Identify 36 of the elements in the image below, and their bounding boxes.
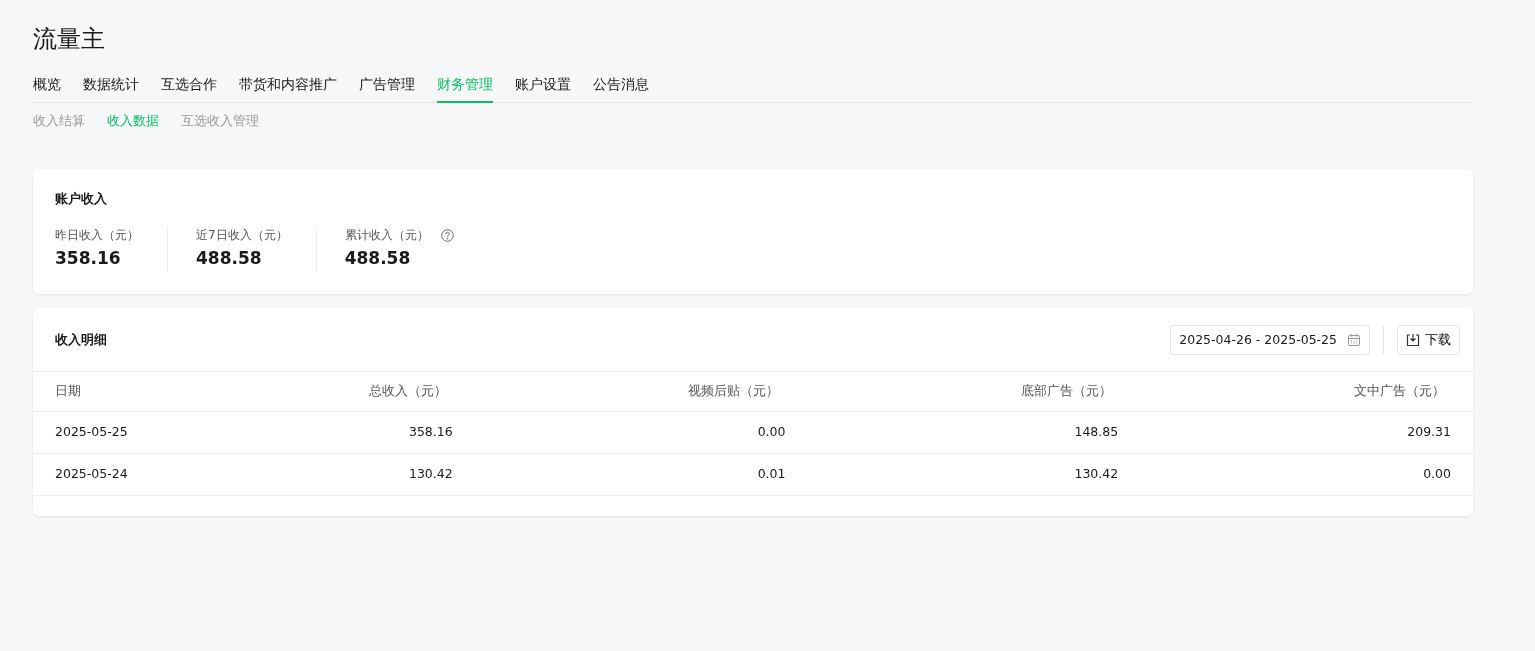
- column-header: 视频后贴（元）: [474, 372, 808, 412]
- download-button[interactable]: 下载: [1397, 324, 1460, 356]
- table-cell: 358.16: [232, 411, 475, 454]
- nav-tab[interactable]: 公告消息: [593, 74, 649, 103]
- help-icon: [440, 228, 454, 242]
- table-cell: 148.85: [807, 411, 1141, 454]
- table-cell: 2025-05-24: [33, 453, 233, 495]
- table-cell: 2025-05-25: [33, 411, 233, 454]
- table-cell: 0.00: [474, 411, 808, 454]
- stat-label: 昨日收入（元）: [55, 227, 139, 244]
- column-header: 底部广告（元）: [807, 372, 1141, 412]
- download-icon: [1406, 332, 1420, 347]
- nav-tab[interactable]: 概览: [33, 74, 61, 103]
- stat-value: 488.58: [344, 247, 412, 270]
- stat-label: 近7日收入（元）: [196, 227, 288, 244]
- stat-label: 累计收入（元）: [344, 227, 429, 244]
- stat-value: 358.16: [55, 247, 122, 270]
- page-title: 流量主: [33, 24, 106, 55]
- table-cell: 0.01: [474, 453, 808, 495]
- nav-tab[interactable]: 互选合作: [161, 74, 217, 103]
- card-title: 收入明细: [55, 331, 108, 350]
- nav-tab[interactable]: 带货和内容推广: [239, 74, 337, 103]
- nav-tab[interactable]: 账户设置: [515, 74, 571, 103]
- calendar-icon: [1347, 332, 1361, 347]
- table-cell: 209.31: [1140, 411, 1473, 454]
- card-title: 账户收入: [55, 189, 108, 208]
- nav-tab[interactable]: 数据统计: [83, 74, 139, 103]
- stat-value: 488.58: [196, 247, 263, 270]
- date-range-field[interactable]: 2025-04-26 - 2025-05-25: [1170, 324, 1370, 356]
- table-cell: 0.00: [1140, 453, 1473, 495]
- column-header: 总收入（元）: [232, 372, 475, 412]
- table-cell: 130.42: [807, 453, 1141, 495]
- column-header: 日期: [33, 372, 233, 412]
- table-cell: 130.42: [232, 453, 475, 495]
- nav-tab[interactable]: 广告管理: [359, 74, 415, 103]
- column-header: 文中广告（元）: [1140, 372, 1473, 412]
